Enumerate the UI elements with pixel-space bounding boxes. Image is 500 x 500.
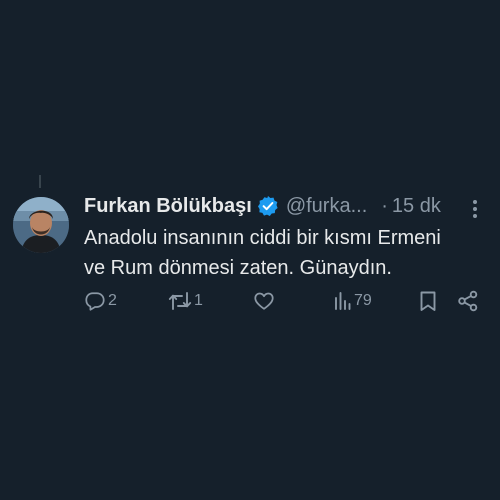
bookmark-icon xyxy=(418,290,438,312)
tweet[interactable]: Furkan Bölükbaşı @furka... · 15 dk Anado… xyxy=(0,190,500,320)
more-options-icon[interactable] xyxy=(467,196,483,222)
user-handle[interactable]: @furka... xyxy=(286,195,367,218)
avatar-image xyxy=(13,197,69,253)
more-dot xyxy=(473,214,477,218)
share-button[interactable] xyxy=(457,288,479,314)
separator-dot: · xyxy=(381,194,388,217)
tweet-text-line: Anadolu insanının ciddi bir kısmı Ermeni xyxy=(84,227,441,249)
views-button[interactable]: 79 xyxy=(334,288,372,314)
retweet-count: 1 xyxy=(194,292,203,309)
heart-icon xyxy=(253,290,275,312)
more-dot xyxy=(473,200,477,204)
tweet-text-line: ve Rum dönmesi zaten. Günaydın. xyxy=(84,257,392,279)
views-icon xyxy=(334,290,352,312)
retweet-button[interactable]: 1 xyxy=(168,288,203,314)
tweet-header: Furkan Bölükbaşı @furka... · 15 dk xyxy=(84,193,484,219)
avatar[interactable] xyxy=(13,197,69,253)
retweet-icon xyxy=(168,290,192,312)
bookmark-button[interactable] xyxy=(418,288,438,314)
like-button[interactable] xyxy=(253,288,277,314)
timestamp[interactable]: 15 dk xyxy=(392,195,441,218)
reply-button[interactable]: 2 xyxy=(84,288,117,314)
display-name[interactable]: Furkan Bölükbaşı xyxy=(84,195,252,218)
reply-count: 2 xyxy=(108,292,117,309)
thread-connector-line xyxy=(39,175,41,188)
views-count: 79 xyxy=(354,292,372,309)
more-dot xyxy=(473,207,477,211)
tweet-text: Anadolu insanının ciddi bir kısmı Ermeni… xyxy=(84,223,484,283)
tweet-actions: 2 1 79 xyxy=(84,288,484,314)
share-icon xyxy=(457,290,479,312)
verified-badge-icon xyxy=(257,195,279,217)
reply-icon xyxy=(84,290,106,312)
